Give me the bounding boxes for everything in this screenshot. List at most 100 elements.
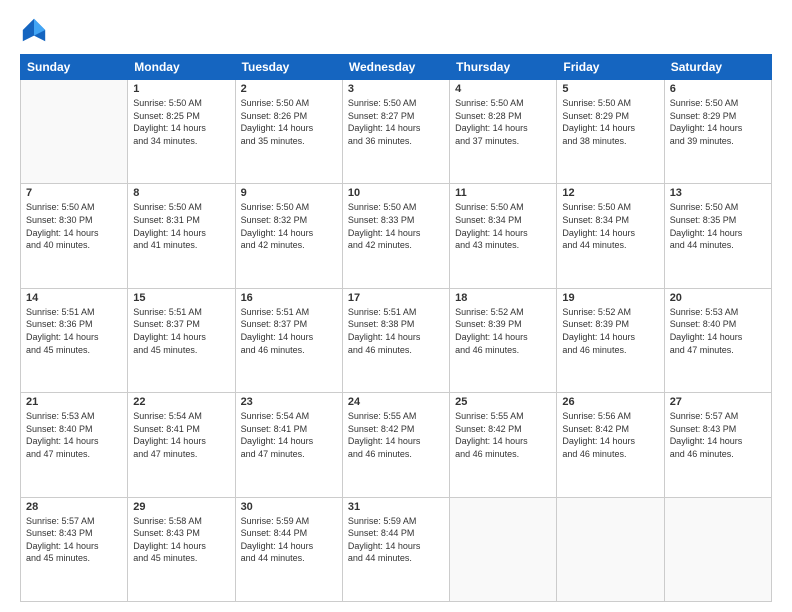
day-cell: 3 Sunrise: 5:50 AM Sunset: 8:27 PM Daylig…: [342, 80, 449, 184]
day-number: 15: [133, 292, 229, 304]
calendar-table: SundayMondayTuesdayWednesdayThursdayFrid…: [20, 54, 772, 602]
day-number: 27: [670, 396, 766, 408]
day-cell: 25Sunrise: 5:55 AM Sunset: 8:42 PM Dayli…: [450, 393, 557, 497]
day-number: 2: [241, 83, 337, 95]
day-number: 30: [241, 501, 337, 513]
day-cell: 22 Sunrise: 5:54 AM Sunset: 8:41 PM Dayli…: [128, 393, 235, 497]
day-number: 3: [348, 83, 444, 95]
week-row-1: 1 Sunrise: 5:50 AM Sunset: 8:25 PM Daylig…: [21, 80, 772, 184]
day-cell: 31Sunrise: 5:59 AM Sunset: 8:44 PM Dayli…: [342, 497, 449, 601]
day-number: 16: [241, 292, 337, 304]
weekday-header-wednesday: Wednesday: [342, 55, 449, 80]
day-cell: 19 Sunrise: 5:52 AM Sunset: 8:39 PM Dayli…: [557, 288, 664, 392]
weekday-header-tuesday: Tuesday: [235, 55, 342, 80]
day-info: Sunrise: 5:50 AM Sunset: 8:27 PM Dayligh…: [348, 97, 444, 147]
day-number: 17: [348, 292, 444, 304]
day-number: 24: [348, 396, 444, 408]
day-cell: 16 Sunrise: 5:51 AM Sunset: 8:37 PM Dayli…: [235, 288, 342, 392]
day-info: Sunrise: 5:51 AM Sunset: 8:38 PM Dayligh…: [348, 306, 444, 356]
day-info: Sunrise: 5:52 AM Sunset: 8:39 PM Dayligh…: [562, 306, 658, 356]
page: SundayMondayTuesdayWednesdayThursdayFrid…: [0, 0, 792, 612]
day-cell: 18Sunrise: 5:52 AM Sunset: 8:39 PM Dayli…: [450, 288, 557, 392]
day-info: Sunrise: 5:57 AM Sunset: 8:43 PM Dayligh…: [670, 410, 766, 460]
day-cell: 4Sunrise: 5:50 AM Sunset: 8:28 PM Daylig…: [450, 80, 557, 184]
logo: [20, 16, 52, 44]
day-cell: 14 Sunrise: 5:51 AM Sunset: 8:36 PM Dayli…: [21, 288, 128, 392]
day-number: 11: [455, 187, 551, 199]
week-row-3: 14 Sunrise: 5:51 AM Sunset: 8:36 PM Dayli…: [21, 288, 772, 392]
week-row-4: 21 Sunrise: 5:53 AM Sunset: 8:40 PM Dayli…: [21, 393, 772, 497]
day-info: Sunrise: 5:53 AM Sunset: 8:40 PM Dayligh…: [670, 306, 766, 356]
day-info: Sunrise: 5:51 AM Sunset: 8:37 PM Dayligh…: [133, 306, 229, 356]
day-cell: 15 Sunrise: 5:51 AM Sunset: 8:37 PM Dayli…: [128, 288, 235, 392]
day-number: 10: [348, 187, 444, 199]
day-cell: 7 Sunrise: 5:50 AM Sunset: 8:30 PM Daylig…: [21, 184, 128, 288]
day-number: 4: [455, 83, 551, 95]
day-cell: 8Sunrise: 5:50 AM Sunset: 8:31 PM Daylig…: [128, 184, 235, 288]
day-number: 21: [26, 396, 122, 408]
day-info: Sunrise: 5:50 AM Sunset: 8:25 PM Dayligh…: [133, 97, 229, 147]
day-info: Sunrise: 5:55 AM Sunset: 8:42 PM Dayligh…: [455, 410, 551, 460]
day-number: 6: [670, 83, 766, 95]
day-number: 14: [26, 292, 122, 304]
week-row-5: 28Sunrise: 5:57 AM Sunset: 8:43 PM Dayli…: [21, 497, 772, 601]
day-cell: [21, 80, 128, 184]
day-number: 26: [562, 396, 658, 408]
day-info: Sunrise: 5:50 AM Sunset: 8:35 PM Dayligh…: [670, 201, 766, 251]
day-info: Sunrise: 5:50 AM Sunset: 8:29 PM Dayligh…: [562, 97, 658, 147]
day-cell: 27 Sunrise: 5:57 AM Sunset: 8:43 PM Dayli…: [664, 393, 771, 497]
day-number: 19: [562, 292, 658, 304]
day-cell: 29 Sunrise: 5:58 AM Sunset: 8:43 PM Dayli…: [128, 497, 235, 601]
day-info: Sunrise: 5:56 AM Sunset: 8:42 PM Dayligh…: [562, 410, 658, 460]
day-info: Sunrise: 5:50 AM Sunset: 8:30 PM Dayligh…: [26, 201, 122, 251]
day-number: 22: [133, 396, 229, 408]
weekday-header-saturday: Saturday: [664, 55, 771, 80]
day-cell: 6Sunrise: 5:50 AM Sunset: 8:29 PM Daylig…: [664, 80, 771, 184]
day-cell: [557, 497, 664, 601]
day-cell: 2 Sunrise: 5:50 AM Sunset: 8:26 PM Daylig…: [235, 80, 342, 184]
day-number: 7: [26, 187, 122, 199]
header: [20, 16, 772, 44]
day-number: 23: [241, 396, 337, 408]
day-info: Sunrise: 5:55 AM Sunset: 8:42 PM Dayligh…: [348, 410, 444, 460]
day-info: Sunrise: 5:54 AM Sunset: 8:41 PM Dayligh…: [133, 410, 229, 460]
day-number: 1: [133, 83, 229, 95]
day-cell: 10Sunrise: 5:50 AM Sunset: 8:33 PM Dayli…: [342, 184, 449, 288]
weekday-header-monday: Monday: [128, 55, 235, 80]
day-cell: 26 Sunrise: 5:56 AM Sunset: 8:42 PM Dayli…: [557, 393, 664, 497]
day-cell: 28Sunrise: 5:57 AM Sunset: 8:43 PM Dayli…: [21, 497, 128, 601]
day-cell: [450, 497, 557, 601]
day-info: Sunrise: 5:51 AM Sunset: 8:36 PM Dayligh…: [26, 306, 122, 356]
day-info: Sunrise: 5:51 AM Sunset: 8:37 PM Dayligh…: [241, 306, 337, 356]
day-cell: 13 Sunrise: 5:50 AM Sunset: 8:35 PM Dayli…: [664, 184, 771, 288]
day-number: 9: [241, 187, 337, 199]
day-cell: 5Sunrise: 5:50 AM Sunset: 8:29 PM Daylig…: [557, 80, 664, 184]
day-info: Sunrise: 5:54 AM Sunset: 8:41 PM Dayligh…: [241, 410, 337, 460]
day-cell: 21 Sunrise: 5:53 AM Sunset: 8:40 PM Dayli…: [21, 393, 128, 497]
day-number: 13: [670, 187, 766, 199]
day-cell: 1 Sunrise: 5:50 AM Sunset: 8:25 PM Daylig…: [128, 80, 235, 184]
day-number: 18: [455, 292, 551, 304]
day-cell: 24 Sunrise: 5:55 AM Sunset: 8:42 PM Dayli…: [342, 393, 449, 497]
day-number: 29: [133, 501, 229, 513]
weekday-header-friday: Friday: [557, 55, 664, 80]
day-info: Sunrise: 5:53 AM Sunset: 8:40 PM Dayligh…: [26, 410, 122, 460]
day-info: Sunrise: 5:59 AM Sunset: 8:44 PM Dayligh…: [241, 515, 337, 565]
logo-icon: [20, 16, 48, 44]
day-cell: 12Sunrise: 5:50 AM Sunset: 8:34 PM Dayli…: [557, 184, 664, 288]
day-cell: 20 Sunrise: 5:53 AM Sunset: 8:40 PM Dayli…: [664, 288, 771, 392]
day-cell: 11 Sunrise: 5:50 AM Sunset: 8:34 PM Dayli…: [450, 184, 557, 288]
day-number: 8: [133, 187, 229, 199]
weekday-header-sunday: Sunday: [21, 55, 128, 80]
weekday-header-row: SundayMondayTuesdayWednesdayThursdayFrid…: [21, 55, 772, 80]
day-info: Sunrise: 5:59 AM Sunset: 8:44 PM Dayligh…: [348, 515, 444, 565]
day-cell: 9Sunrise: 5:50 AM Sunset: 8:32 PM Daylig…: [235, 184, 342, 288]
day-cell: 30 Sunrise: 5:59 AM Sunset: 8:44 PM Dayli…: [235, 497, 342, 601]
day-info: Sunrise: 5:50 AM Sunset: 8:34 PM Dayligh…: [562, 201, 658, 251]
day-number: 20: [670, 292, 766, 304]
day-info: Sunrise: 5:58 AM Sunset: 8:43 PM Dayligh…: [133, 515, 229, 565]
weekday-header-thursday: Thursday: [450, 55, 557, 80]
day-info: Sunrise: 5:57 AM Sunset: 8:43 PM Dayligh…: [26, 515, 122, 565]
day-info: Sunrise: 5:50 AM Sunset: 8:34 PM Dayligh…: [455, 201, 551, 251]
day-info: Sunrise: 5:50 AM Sunset: 8:26 PM Dayligh…: [241, 97, 337, 147]
